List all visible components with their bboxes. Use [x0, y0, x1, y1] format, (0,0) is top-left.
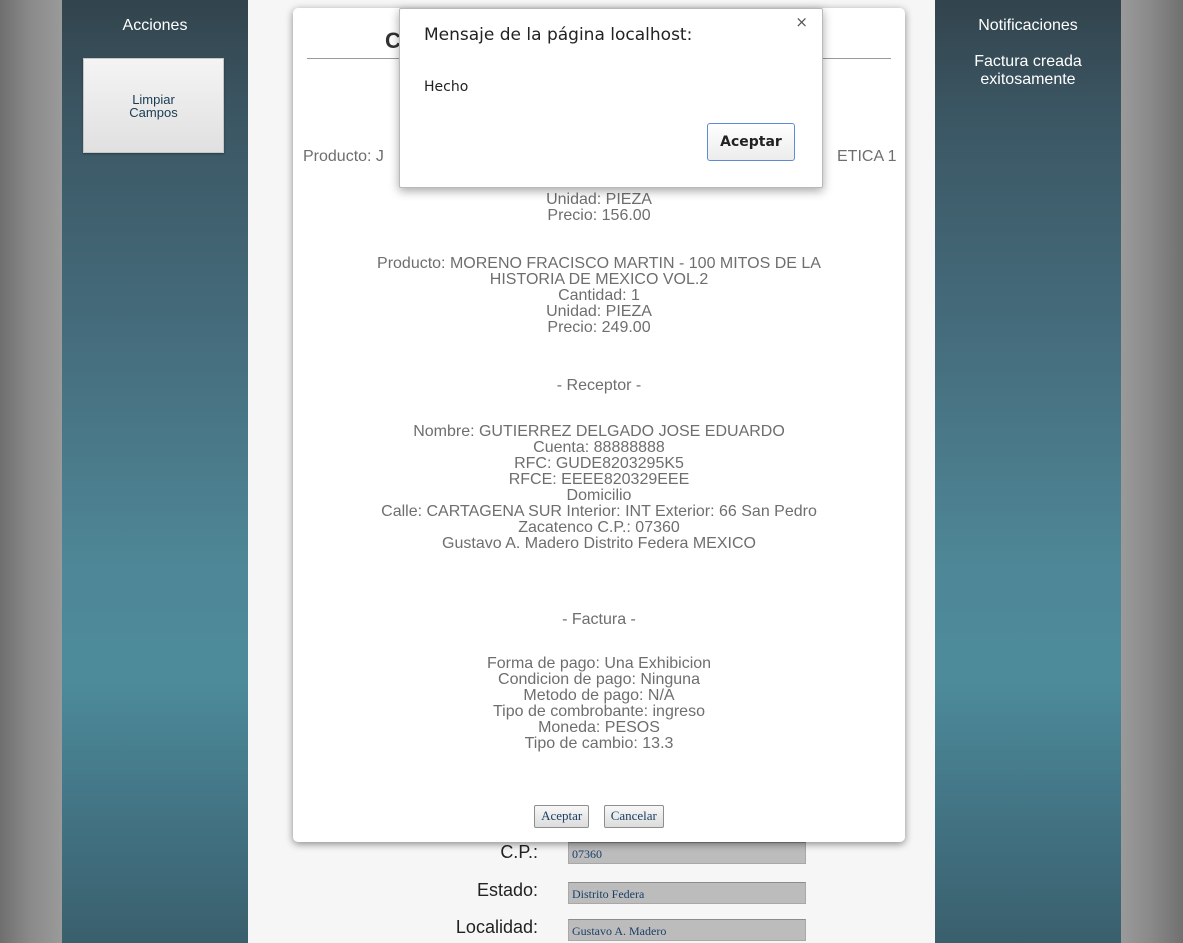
- receptor-details: Nombre: GUTIERREZ DELGADO JOSE EDUARDO C…: [293, 424, 905, 552]
- factura-tipo-comprobante: Tipo de combrobante: ingreso: [493, 703, 705, 720]
- receptor-address-line3: Gustavo A. Madero Distrito Federa MEXICO: [442, 535, 756, 552]
- product2-name-line2: HISTORIA DE MEXICO VOL.2: [489, 271, 709, 288]
- close-icon[interactable]: ×: [795, 13, 808, 31]
- cp-field[interactable]: 07360: [568, 842, 806, 864]
- receptor-domicilio: Domicilio: [566, 487, 632, 504]
- notifications-title: Notificaciones: [978, 17, 1078, 34]
- alert-message: Hecho: [424, 79, 469, 95]
- product2-unit: Unidad: PIEZA: [546, 303, 652, 320]
- actions-panel: Acciones Limpiar Campos: [62, 0, 248, 943]
- accept-button[interactable]: Aceptar: [534, 805, 590, 828]
- notification-message: Factura creada exitosamente: [974, 53, 1082, 88]
- receptor-address-line2: Zacatenco C.P.: 07360: [518, 519, 680, 536]
- clear-fields-label-line2: Campos: [129, 105, 178, 120]
- dialog-buttons: Aceptar Cancelar: [293, 805, 905, 828]
- receptor-rfc: RFC: GUDE8203295K5: [514, 455, 684, 472]
- receptor-name: Nombre: GUTIERREZ DELGADO JOSE EDUARDO: [413, 423, 785, 440]
- localidad-label: Localidad:: [455, 917, 538, 937]
- actions-title: Acciones: [122, 17, 188, 34]
- factura-heading: - Factura -: [293, 612, 905, 628]
- factura-moneda: Moneda: PESOS: [538, 719, 660, 736]
- factura-metodo-pago: Metodo de pago: N/A: [523, 687, 675, 704]
- factura-condicion-pago: Condicion de pago: Ninguna: [498, 671, 700, 688]
- cp-label: C.P.:: [500, 842, 538, 862]
- localidad-field[interactable]: Gustavo A. Madero: [568, 919, 806, 941]
- estado-field[interactable]: Distrito Federa: [568, 882, 806, 904]
- product1-unit: Unidad: PIEZA: [546, 191, 652, 208]
- product2-details: Producto: MORENO FRACISCO MARTIN - 100 M…: [293, 256, 905, 336]
- cancel-button[interactable]: Cancelar: [603, 805, 664, 828]
- product2-quantity: Cantidad: 1: [558, 287, 640, 304]
- factura-details: Forma de pago: Una Exhibicion Condicion …: [293, 656, 905, 752]
- receptor-heading: - Receptor -: [293, 378, 905, 394]
- receptor-address-line1: Calle: CARTAGENA SUR Interior: INT Exter…: [381, 503, 817, 520]
- browser-alert-dialog: Mensaje de la página localhost: × Hecho …: [399, 8, 823, 188]
- alert-accept-button[interactable]: Aceptar: [707, 123, 795, 161]
- notifications-panel: Notificaciones Factura creada exitosamen…: [935, 0, 1121, 943]
- product2-price: Precio: 249.00: [547, 319, 651, 336]
- product2-name-line1: Producto: MORENO FRACISCO MARTIN - 100 M…: [377, 255, 821, 272]
- factura-forma-pago: Forma de pago: Una Exhibicion: [486, 655, 712, 672]
- product1-name-start: Producto: J: [303, 148, 384, 165]
- product1-details: Unidad: PIEZA Precio: 156.00: [293, 192, 905, 224]
- estado-label: Estado:: [476, 880, 538, 900]
- alert-title: Mensaje de la página localhost:: [424, 25, 693, 45]
- factura-tipo-cambio: Tipo de cambio: 13.3: [524, 735, 674, 752]
- product1-price: Precio: 156.00: [547, 207, 651, 224]
- receptor-rfce: RFCE: EEEE820329EEE: [508, 471, 690, 488]
- product1-name-end: ETICA 1: [837, 148, 897, 165]
- receptor-account: Cuenta: 88888888: [533, 439, 665, 456]
- receptor-heading-text: - Receptor -: [556, 377, 642, 394]
- clear-fields-button[interactable]: Limpiar Campos: [83, 58, 224, 153]
- factura-heading-text: - Factura -: [562, 611, 636, 628]
